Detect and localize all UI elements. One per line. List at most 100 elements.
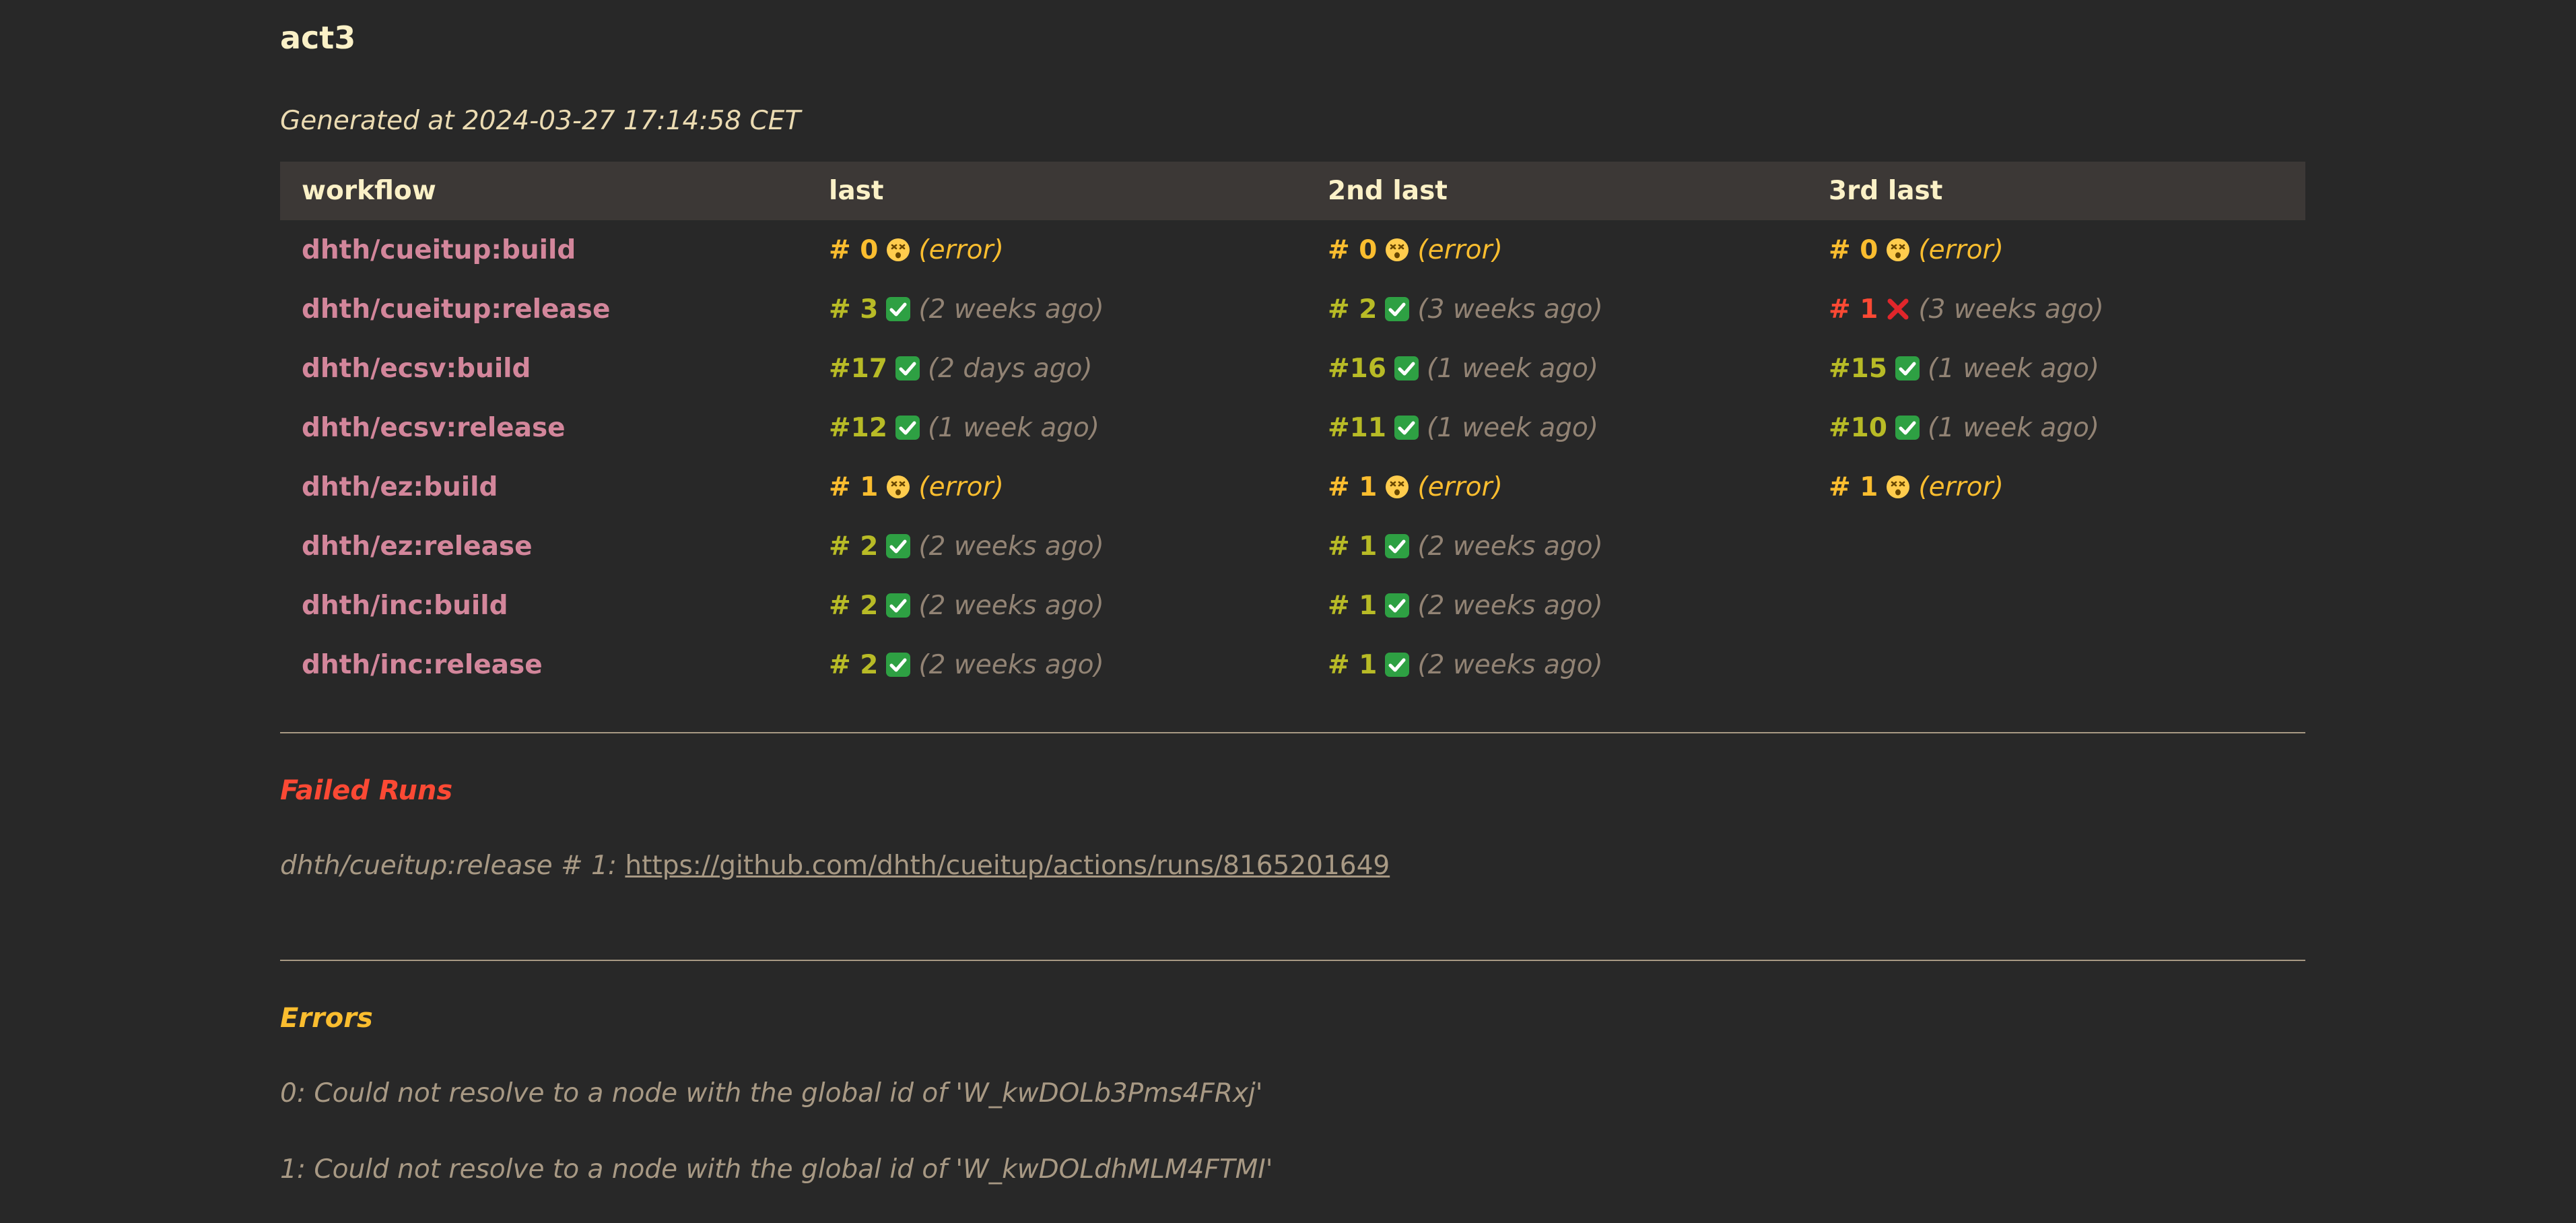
workflow-link[interactable]: dhth/inc:build xyxy=(302,591,508,621)
check-mark-icon xyxy=(1384,651,1411,678)
workflow-table: workflow last 2nd last 3rd last dhth/cue… xyxy=(280,162,2305,694)
table-row: dhth/cueitup:release # 3 (2 weeks ago) # 2 (… xyxy=(280,279,2305,339)
run-cell xyxy=(1807,517,2305,576)
run-time-label: (2 weeks ago) xyxy=(1417,590,1603,621)
dizzy-face-icon xyxy=(1384,236,1411,263)
run-cell: # 2 (2 weeks ago) xyxy=(807,635,1306,694)
run-cell: # 1 (2 weeks ago) xyxy=(1306,576,1807,635)
check-mark-icon xyxy=(1894,355,1921,382)
workflow-cell: dhth/ez:release xyxy=(280,517,807,576)
generated-timestamp: Generated at 2024-03-27 17:14:58 CET xyxy=(280,106,801,136)
run-cell: # 1 (error) xyxy=(1807,457,2305,517)
run-cell: # 1 (2 weeks ago) xyxy=(1306,635,1807,694)
run-time-label: (2 weeks ago) xyxy=(918,649,1104,680)
run-cell: #10 (1 week ago) xyxy=(1807,398,2305,457)
column-header-3rd-last: 3rd last xyxy=(1829,176,1943,206)
run-time-label: (error) xyxy=(918,234,1004,265)
workflow-link[interactable]: dhth/ez:release xyxy=(302,531,533,562)
run-status: # 2 (2 weeks ago) xyxy=(829,591,1104,621)
run-number: #10 xyxy=(1829,412,1887,443)
table-body: dhth/cueitup:build # 0 (error) # 0 (error) # … xyxy=(280,220,2305,694)
run-cell: #11 (1 week ago) xyxy=(1306,398,1807,457)
run-cell: # 1 (error) xyxy=(807,457,1306,517)
dizzy-face-icon xyxy=(885,236,912,263)
workflow-cell: dhth/cueitup:release xyxy=(280,279,807,339)
run-time-label: (3 weeks ago) xyxy=(1417,294,1603,325)
run-status: # 1 (2 weeks ago) xyxy=(1328,531,1603,562)
run-status: #12 (1 week ago) xyxy=(829,413,1099,443)
workflow-cell: dhth/cueitup:build xyxy=(280,220,807,279)
check-mark-icon xyxy=(894,414,921,441)
run-cell: #12 (1 week ago) xyxy=(807,398,1306,457)
check-mark-icon xyxy=(885,592,912,619)
run-number: # 2 xyxy=(829,590,879,621)
run-time-label: (2 weeks ago) xyxy=(1417,531,1603,562)
check-mark-icon xyxy=(885,651,912,678)
run-status: # 2 (2 weeks ago) xyxy=(829,650,1104,680)
table-row: dhth/ez:release # 2 (2 weeks ago) # 1 (2 wee… xyxy=(280,517,2305,576)
table-row: dhth/ecsv:release #12 (1 week ago) #11 (1 we… xyxy=(280,398,2305,457)
table-row: dhth/ecsv:build #17 (2 days ago) #16 (1 week… xyxy=(280,339,2305,398)
run-status: #10 (1 week ago) xyxy=(1829,413,2099,443)
run-cell: #16 (1 week ago) xyxy=(1306,339,1807,398)
run-number: #16 xyxy=(1328,353,1386,384)
check-mark-icon xyxy=(885,296,912,323)
check-mark-icon xyxy=(1384,296,1411,323)
run-time-label: (error) xyxy=(918,471,1004,502)
column-header-workflow: workflow xyxy=(302,176,436,206)
run-cell: # 2 (2 weeks ago) xyxy=(807,576,1306,635)
table-header-row: workflow last 2nd last 3rd last xyxy=(280,162,2305,220)
run-cell: # 0 (error) xyxy=(1807,220,2305,279)
workflow-cell: dhth/inc:release xyxy=(280,635,807,694)
cross-mark-icon xyxy=(1885,296,1911,323)
run-cell: # 3 (2 weeks ago) xyxy=(807,279,1306,339)
run-time-label: (1 week ago) xyxy=(1927,353,2099,384)
run-number: # 0 xyxy=(1328,234,1378,265)
workflow-link[interactable]: dhth/cueitup:build xyxy=(302,235,576,265)
run-time-label: (1 week ago) xyxy=(1426,412,1598,443)
table-row: dhth/inc:build # 2 (2 weeks ago) # 1 (2 week… xyxy=(280,576,2305,635)
workflow-link[interactable]: dhth/ecsv:build xyxy=(302,354,531,384)
run-status: # 2 (3 weeks ago) xyxy=(1328,294,1603,325)
workflow-link[interactable]: dhth/cueitup:release xyxy=(302,294,610,325)
error-item: 1: Could not resolve to a node with the … xyxy=(280,1154,1273,1185)
run-time-label: (2 weeks ago) xyxy=(918,531,1104,562)
workflow-cell: dhth/ecsv:release xyxy=(280,398,807,457)
run-number: # 1 xyxy=(1328,471,1378,502)
table-row: dhth/inc:release # 2 (2 weeks ago) # 1 (2 we… xyxy=(280,635,2305,694)
run-status: # 3 (2 weeks ago) xyxy=(829,294,1104,325)
run-number: # 1 xyxy=(1328,649,1378,680)
column-header-last: last xyxy=(829,176,884,206)
run-time-label: (2 weeks ago) xyxy=(918,590,1104,621)
run-status: #16 (1 week ago) xyxy=(1328,354,1598,384)
dizzy-face-icon xyxy=(1885,236,1911,263)
check-mark-icon xyxy=(1384,592,1411,619)
failed-run-item: dhth/cueitup:release # 1: https://github… xyxy=(280,847,1390,885)
run-status: # 1 (2 weeks ago) xyxy=(1328,591,1603,621)
run-number: # 1 xyxy=(1829,471,1878,502)
failed-run-link[interactable]: https://github.com/dhth/cueitup/actions/… xyxy=(625,851,1390,881)
run-number: # 1 xyxy=(1328,531,1378,562)
check-mark-icon xyxy=(1384,533,1411,560)
run-status: # 0 (error) xyxy=(1328,235,1503,265)
run-cell: # 1 (error) xyxy=(1306,457,1807,517)
workflow-cell: dhth/ecsv:build xyxy=(280,339,807,398)
workflow-link[interactable]: dhth/ecsv:release xyxy=(302,413,566,443)
run-cell: # 0 (error) xyxy=(807,220,1306,279)
run-time-label: (error) xyxy=(1417,471,1503,502)
run-status: # 1 (error) xyxy=(1328,472,1503,502)
section-divider xyxy=(280,732,2305,733)
run-time-label: (2 weeks ago) xyxy=(918,294,1104,325)
run-status: #17 (2 days ago) xyxy=(829,354,1093,384)
run-number: #15 xyxy=(1829,353,1887,384)
section-divider xyxy=(280,960,2305,961)
run-cell: # 0 (error) xyxy=(1306,220,1807,279)
table-row: dhth/cueitup:build # 0 (error) # 0 (error) # … xyxy=(280,220,2305,279)
workflow-cell: dhth/ez:build xyxy=(280,457,807,517)
run-number: # 2 xyxy=(829,649,879,680)
check-mark-icon xyxy=(894,355,921,382)
workflow-link[interactable]: dhth/ez:build xyxy=(302,472,498,502)
workflow-cell: dhth/inc:build xyxy=(280,576,807,635)
workflow-link[interactable]: dhth/inc:release xyxy=(302,650,543,680)
run-time-label: (1 week ago) xyxy=(1426,353,1598,384)
